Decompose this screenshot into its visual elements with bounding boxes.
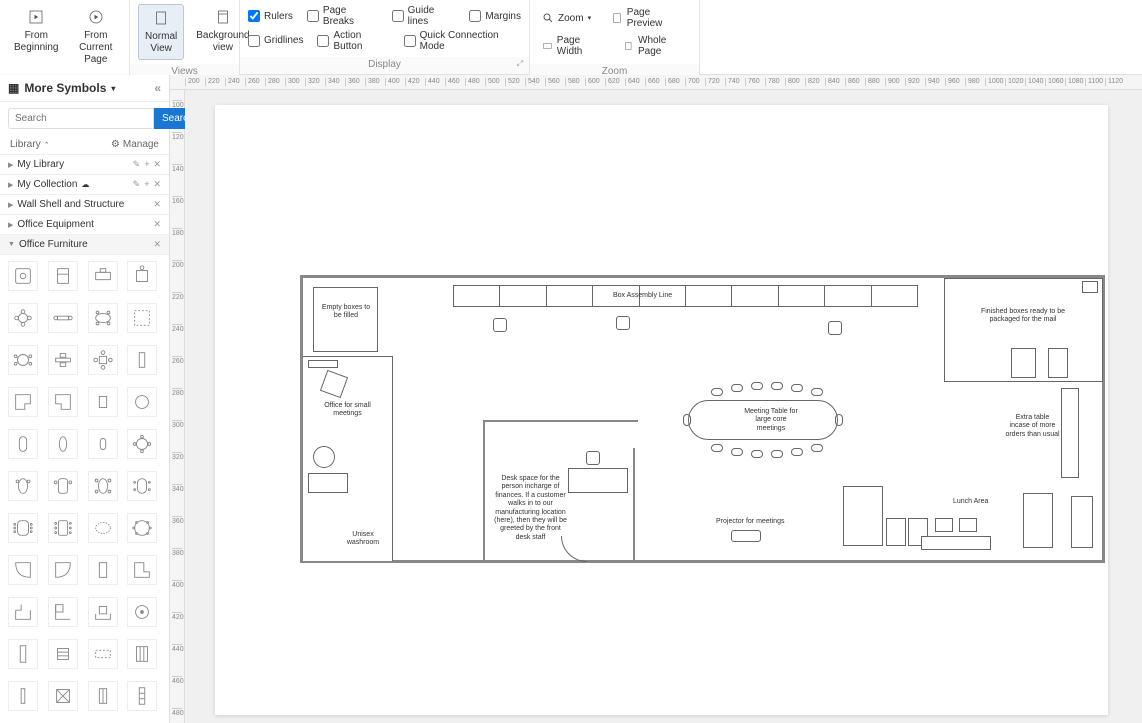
shape-item[interactable] bbox=[8, 345, 38, 375]
horizontal-ruler: 2002202402602803003203403603804004204404… bbox=[170, 75, 1142, 90]
shape-item[interactable] bbox=[127, 429, 157, 459]
floorplan[interactable]: Empty boxes to be filled Box Assembly Li… bbox=[300, 275, 1105, 563]
label-desk-space[interactable]: Desk space for the person incharge of fi… bbox=[493, 475, 568, 542]
shape-item[interactable] bbox=[127, 261, 157, 291]
ribbon: From Beginning From Current Page Present… bbox=[0, 0, 1142, 75]
from-current-page-button[interactable]: From Current Page bbox=[70, 4, 121, 70]
label-box-assembly[interactable]: Box Assembly Line bbox=[613, 292, 672, 300]
display-launcher-icon[interactable]: ⤢ bbox=[515, 59, 525, 69]
whole-page-button[interactable]: Whole Page bbox=[619, 32, 691, 60]
shape-item[interactable] bbox=[88, 345, 118, 375]
zoom-button[interactable]: Zoom▾ bbox=[538, 4, 595, 32]
shape-item[interactable] bbox=[88, 261, 118, 291]
shape-item[interactable] bbox=[88, 513, 118, 543]
page-breaks-checkbox[interactable]: Page Breaks bbox=[307, 5, 378, 27]
action-button-checkbox[interactable]: Action Button bbox=[317, 30, 389, 52]
shape-item[interactable] bbox=[8, 681, 38, 711]
add-icon[interactable]: + bbox=[144, 179, 149, 190]
close-icon[interactable]: ✕ bbox=[153, 219, 161, 230]
shape-item[interactable] bbox=[88, 303, 118, 333]
shape-item[interactable] bbox=[88, 639, 118, 669]
drawing-page[interactable]: Empty boxes to be filled Box Assembly Li… bbox=[215, 105, 1108, 715]
close-icon[interactable]: ✕ bbox=[153, 239, 161, 250]
shape-item[interactable] bbox=[88, 471, 118, 501]
shape-item[interactable] bbox=[48, 303, 78, 333]
shape-item[interactable] bbox=[127, 639, 157, 669]
from-beginning-button[interactable]: From Beginning bbox=[8, 4, 64, 58]
shape-item[interactable] bbox=[48, 429, 78, 459]
library-list: ▶My Library ✎+✕ ▶My Collection ☁ ✎+✕ ▶Wa… bbox=[0, 155, 169, 255]
gridlines-checkbox[interactable]: Gridlines bbox=[248, 30, 303, 52]
label-projector[interactable]: Projector for meetings bbox=[716, 518, 784, 526]
shape-item[interactable] bbox=[127, 345, 157, 375]
shape-item[interactable] bbox=[127, 555, 157, 585]
label-empty-boxes[interactable]: Empty boxes to be filled bbox=[321, 304, 371, 321]
shape-item[interactable] bbox=[127, 681, 157, 711]
lib-item-office-furniture[interactable]: ▼Office Furniture ✕ bbox=[0, 235, 169, 255]
vertical-ruler: 1001201401601802002202402602803003203403… bbox=[170, 90, 185, 723]
panel-title: More Symbols bbox=[24, 81, 106, 95]
page-width-button[interactable]: Page Width bbox=[538, 32, 607, 60]
shape-item[interactable] bbox=[127, 471, 157, 501]
rulers-checkbox[interactable]: Rulers bbox=[248, 5, 293, 27]
lib-item-office-equipment[interactable]: ▶Office Equipment ✕ bbox=[0, 215, 169, 235]
shape-item[interactable] bbox=[8, 303, 38, 333]
margins-checkbox[interactable]: Margins bbox=[469, 5, 521, 27]
lib-item-wall-shell[interactable]: ▶Wall Shell and Structure ✕ bbox=[0, 195, 169, 215]
symbols-panel: ▦More Symbols▾ « Search Library ⌃ ⚙ Mana… bbox=[0, 75, 170, 723]
library-dropdown[interactable]: Library ⌃ bbox=[10, 139, 49, 150]
normal-view-button[interactable]: Normal View bbox=[138, 4, 184, 60]
shape-item[interactable] bbox=[88, 429, 118, 459]
manage-button[interactable]: ⚙ Manage bbox=[111, 139, 159, 150]
edit-icon[interactable]: ✎ bbox=[133, 179, 141, 190]
shape-palette bbox=[0, 255, 169, 723]
shape-item[interactable] bbox=[8, 261, 38, 291]
search-input[interactable] bbox=[8, 108, 154, 129]
label-office-small[interactable]: Office for small meetings bbox=[315, 402, 380, 419]
shape-item[interactable] bbox=[127, 597, 157, 627]
shape-item[interactable] bbox=[8, 597, 38, 627]
shape-item[interactable] bbox=[48, 555, 78, 585]
shape-item[interactable] bbox=[127, 513, 157, 543]
group-label-display: Display⤢ bbox=[240, 57, 529, 74]
shape-item[interactable] bbox=[48, 261, 78, 291]
symbols-icon: ▦ bbox=[8, 81, 19, 95]
shape-item[interactable] bbox=[8, 387, 38, 417]
shape-item[interactable] bbox=[48, 597, 78, 627]
shape-item[interactable] bbox=[8, 555, 38, 585]
lib-item-my-library[interactable]: ▶My Library ✎+✕ bbox=[0, 155, 169, 175]
guide-lines-checkbox[interactable]: Guide lines bbox=[392, 5, 456, 27]
canvas[interactable]: Empty boxes to be filled Box Assembly Li… bbox=[185, 90, 1142, 723]
quick-connection-checkbox[interactable]: Quick Connection Mode bbox=[404, 30, 521, 52]
shape-item[interactable] bbox=[127, 387, 157, 417]
shape-item[interactable] bbox=[48, 639, 78, 669]
label-finished-boxes[interactable]: Finished boxes ready to be packaged for … bbox=[968, 308, 1078, 325]
close-icon[interactable]: ✕ bbox=[153, 179, 161, 190]
shape-item[interactable] bbox=[127, 303, 157, 333]
label-lunch[interactable]: Lunch Area bbox=[953, 498, 988, 506]
edit-icon[interactable]: ✎ bbox=[133, 159, 141, 170]
close-icon[interactable]: ✕ bbox=[153, 199, 161, 210]
shape-item[interactable] bbox=[48, 387, 78, 417]
shape-item[interactable] bbox=[8, 471, 38, 501]
label-meeting-table[interactable]: Meeting Table for large core meetings bbox=[741, 408, 801, 433]
shape-item[interactable] bbox=[88, 387, 118, 417]
shape-item[interactable] bbox=[88, 555, 118, 585]
label-washroom[interactable]: Unisex washroom bbox=[343, 531, 383, 548]
shape-item[interactable] bbox=[48, 471, 78, 501]
page-preview-button[interactable]: Page Preview bbox=[607, 4, 691, 32]
shape-item[interactable] bbox=[8, 639, 38, 669]
shape-item[interactable] bbox=[88, 681, 118, 711]
shape-item[interactable] bbox=[8, 429, 38, 459]
add-icon[interactable]: + bbox=[144, 159, 149, 170]
label-extra-table[interactable]: Extra table incase of more orders than u… bbox=[1005, 414, 1060, 439]
lib-item-my-collection[interactable]: ▶My Collection ☁ ✎+✕ bbox=[0, 175, 169, 195]
shape-item[interactable] bbox=[48, 513, 78, 543]
close-icon[interactable]: ✕ bbox=[153, 159, 161, 170]
shape-item[interactable] bbox=[88, 597, 118, 627]
shape-item[interactable] bbox=[48, 681, 78, 711]
shape-item[interactable] bbox=[48, 345, 78, 375]
collapse-panel-icon[interactable]: « bbox=[154, 81, 161, 95]
shape-item[interactable] bbox=[8, 513, 38, 543]
